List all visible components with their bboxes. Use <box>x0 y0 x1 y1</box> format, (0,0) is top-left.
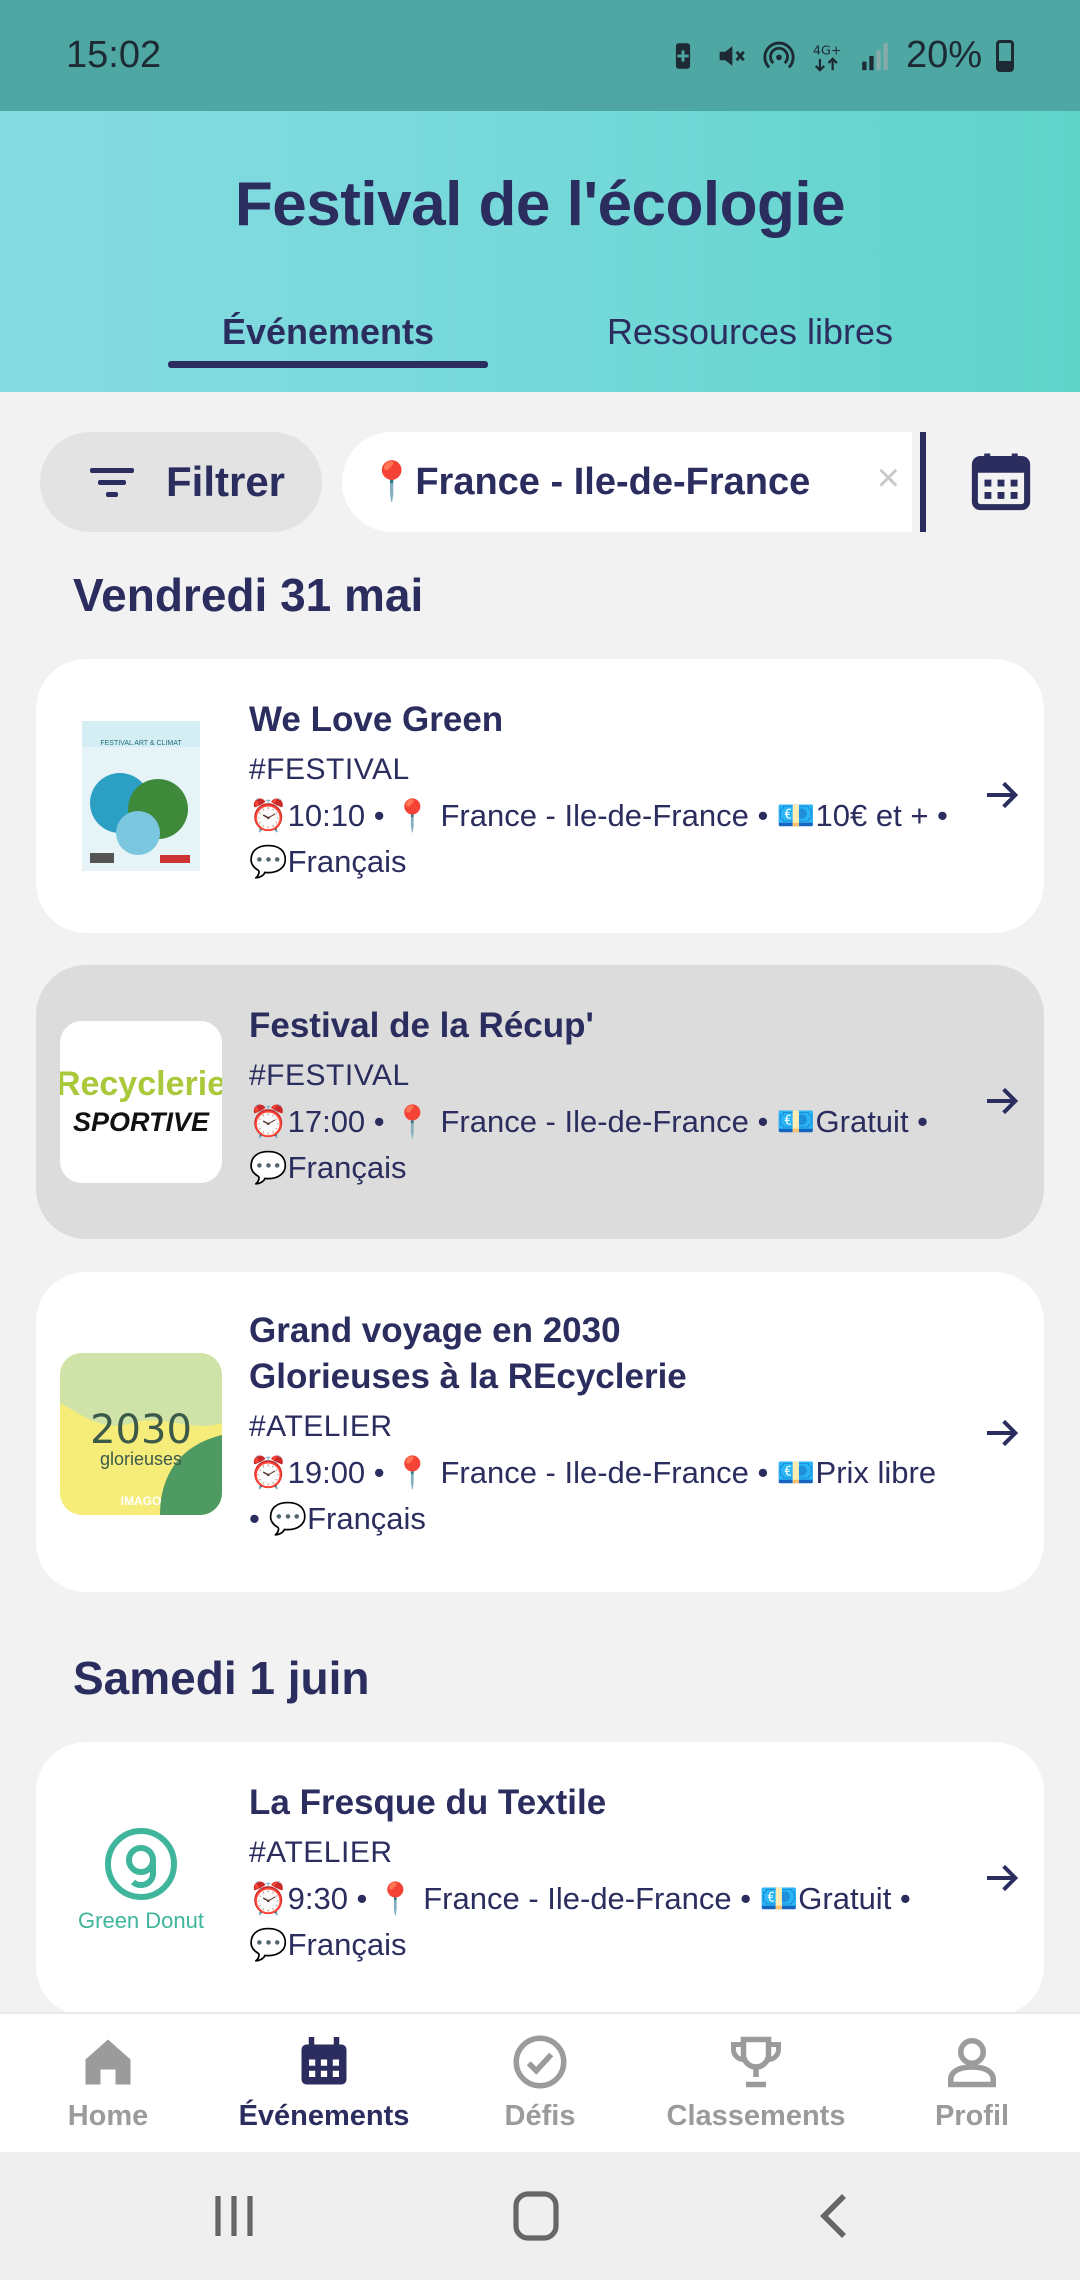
event-tag: #ATELIER <box>249 1410 393 1443</box>
event-card[interactable]: 2030 glorieuses IMAGO Grand voyage en 20… <box>36 1272 1044 1592</box>
calendar-icon <box>301 2037 347 2085</box>
event-title-line: Grand voyage en 2030 <box>249 1311 621 1350</box>
glorieuses-brand: IMAGO <box>121 1494 162 1508</box>
nav-events-label: Événements <box>238 2100 410 2132</box>
filter-label: Filtrer <box>166 458 286 505</box>
nav-rankings[interactable]: Classements <box>648 2032 864 2133</box>
event-thumbnail-poster: FESTIVAL ART & CLIMAT <box>60 715 222 877</box>
filter-icon <box>90 468 134 497</box>
back-icon[interactable] <box>806 2188 866 2244</box>
home-icon <box>85 2039 131 2085</box>
bottom-navigation: Home Événements Défis Classements Profil <box>0 2012 1080 2152</box>
arrow-right-icon[interactable] <box>982 1081 1022 1121</box>
glorieuses-word: glorieuses <box>100 1449 182 1469</box>
event-card[interactable]: Recyclerie SPORTIVE Festival de la Récup… <box>36 965 1044 1239</box>
trophy-icon <box>731 2036 781 2088</box>
arrow-right-icon[interactable] <box>982 1858 1022 1898</box>
day-heading: Samedi 1 juin <box>73 1652 370 1704</box>
event-thumbnail-glorieuses: 2030 glorieuses IMAGO <box>60 1353 222 1515</box>
event-meta-line: 💬Français <box>249 1150 407 1185</box>
battery-percent: 20% <box>905 34 982 76</box>
clear-location-icon[interactable]: × <box>877 456 900 501</box>
nav-events[interactable]: Événements <box>216 2032 432 2133</box>
event-meta: ⏰10:10 • 📍 France - Ile-de-France • 💶10€… <box>249 793 954 885</box>
event-body: We Love Green #FESTIVAL ⏰10:10 • 📍 Franc… <box>249 697 954 885</box>
svg-text:4G+: 4G+ <box>813 43 842 58</box>
event-meta: ⏰17:00 • 📍 France - Ile-de-France • 💶Gra… <box>249 1099 954 1191</box>
battery-icon <box>996 39 1014 72</box>
page-title: Festival de l'écologie <box>234 170 846 239</box>
green-donut-brand: Green Donut <box>78 1908 204 1933</box>
active-tab-indicator <box>168 361 488 368</box>
nav-challenges-label: Défis <box>504 2100 576 2132</box>
home-button-icon[interactable] <box>506 2188 566 2244</box>
location-filter-label: 📍France - Ile-de-France <box>368 461 811 503</box>
event-meta-line: ⏰9:30 • 📍 France - Ile-de-France • 💶Grat… <box>249 1881 911 1916</box>
recyclerie-logo-bottom: SPORTIVE <box>73 1107 210 1137</box>
filter-divider <box>920 432 926 532</box>
event-title: Festival de la Récup' <box>249 1006 594 1045</box>
event-thumbnail-green-donut: Green Donut <box>60 1798 222 1960</box>
status-icons: 4G+ 20% <box>666 34 1014 77</box>
nav-home[interactable]: Home <box>0 2032 216 2133</box>
event-title-line: Glorieuses à la REcyclerie <box>249 1357 687 1396</box>
event-tag: #FESTIVAL <box>249 753 410 786</box>
recent-apps-icon[interactable] <box>204 2188 264 2244</box>
signal-icon <box>862 42 888 70</box>
battery-saver-icon <box>675 42 691 69</box>
event-body: Festival de la Récup' #FESTIVAL ⏰17:00 •… <box>249 1003 954 1191</box>
event-tag: #FESTIVAL <box>249 1059 410 1092</box>
user-icon <box>948 2038 996 2088</box>
event-card[interactable]: Green Donut La Fresque du Textile #ATELI… <box>36 1742 1044 2016</box>
nav-profile-label: Profil <box>934 2100 1010 2132</box>
glorieuses-number: 2030 <box>90 1407 192 1453</box>
calendar-icon[interactable] <box>968 448 1034 514</box>
check-circle-icon <box>513 2035 567 2089</box>
nav-challenges[interactable]: Défis <box>432 2032 648 2133</box>
recyclerie-logo-top: Recyclerie <box>60 1065 222 1103</box>
system-navigation-bar <box>0 2152 1080 2280</box>
hotspot-icon <box>763 41 795 68</box>
event-meta-line: 💬Français <box>249 844 407 879</box>
event-meta: ⏰9:30 • 📍 France - Ile-de-France • 💶Grat… <box>249 1876 954 1968</box>
event-title: La Fresque du Textile <box>249 1783 607 1822</box>
event-body: Grand voyage en 2030 Glorieuses à la REc… <box>249 1308 954 1542</box>
event-tag: #ATELIER <box>249 1836 393 1869</box>
app-header: Festival de l'écologie Événements Ressou… <box>0 111 1080 392</box>
tab-events[interactable]: Événements <box>168 311 488 353</box>
tab-free-resources[interactable]: Ressources libres <box>570 311 930 353</box>
event-meta: ⏰19:00 • 📍 France - Ile-de-France • 💶Pri… <box>249 1450 954 1542</box>
nav-rankings-label: Classements <box>666 2100 846 2132</box>
event-meta-line: ⏰10:10 • 📍 France - Ile-de-France • 💶10€… <box>249 798 948 833</box>
event-meta-line: • 💬Français <box>249 1501 426 1536</box>
nav-profile[interactable]: Profil <box>864 2032 1080 2133</box>
network-4g-icon: 4G+ <box>813 43 842 72</box>
event-title: We Love Green <box>249 700 504 739</box>
event-meta-line: ⏰17:00 • 📍 France - Ile-de-France • 💶Gra… <box>249 1104 929 1139</box>
event-card[interactable]: FESTIVAL ART & CLIMAT We Love Green #FES… <box>36 659 1044 933</box>
status-bar: 15:02 4G+ 20% <box>0 0 1080 111</box>
event-meta-line: 💬Français <box>249 1927 407 1962</box>
day-heading: Vendredi 31 mai <box>73 569 424 621</box>
event-body: La Fresque du Textile #ATELIER ⏰9:30 • 📍… <box>249 1780 954 1968</box>
event-title: Grand voyage en 2030 Glorieuses à la REc… <box>249 1308 954 1400</box>
poster-caption: FESTIVAL ART & CLIMAT <box>100 740 182 747</box>
location-filter-chip[interactable]: 📍France - Ile-de-France × <box>342 432 912 532</box>
status-time: 15:02 <box>66 34 162 76</box>
event-thumbnail-recyclerie: Recyclerie SPORTIVE <box>60 1021 222 1183</box>
event-meta-line: ⏰19:00 • 📍 France - Ile-de-France • 💶Pri… <box>249 1455 937 1490</box>
mute-icon <box>719 45 745 66</box>
filter-button[interactable]: Filtrer <box>40 432 322 532</box>
arrow-right-icon[interactable] <box>982 1413 1022 1453</box>
nav-home-label: Home <box>67 2100 149 2132</box>
arrow-right-icon[interactable] <box>982 775 1022 815</box>
